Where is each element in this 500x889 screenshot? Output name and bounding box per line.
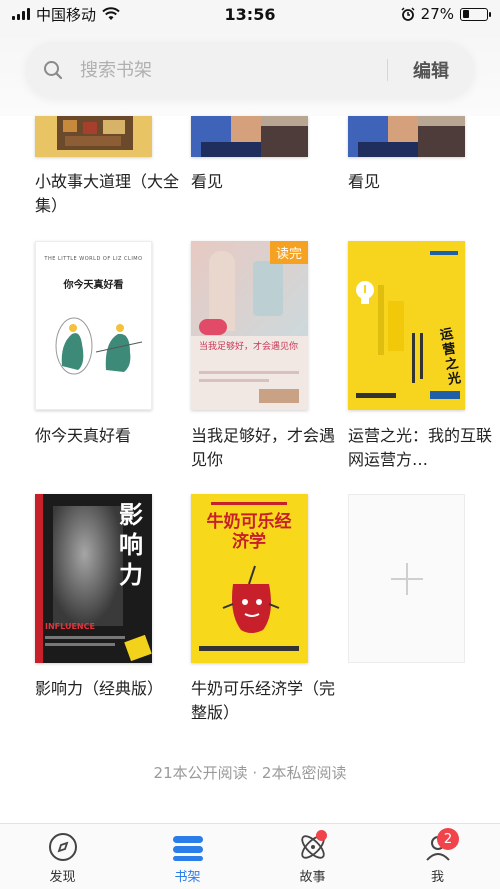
tab-me[interactable]: 2 我 [375,824,500,889]
search-bar[interactable]: 编辑 [26,42,474,98]
alarm-icon [401,7,415,21]
notification-count-badge: 2 [437,828,459,850]
cola-can-illustration [222,565,280,633]
book-cover[interactable]: THE LITTLE WORLD OF LIZ CLIMO 你今天真好看 [35,241,152,410]
lightbulb-icon [356,281,374,304]
carrier-label: 中国移动 [36,5,97,24]
status-time: 13:56 [224,4,276,24]
book-title: 当我足够好，才会遇见你 [191,426,336,469]
search-header: 编辑 [0,28,500,116]
book-cover[interactable]: 影响力 INFLUENCE [35,494,152,663]
book-cover[interactable]: 运营之光 [348,241,465,410]
book-cover[interactable]: 当我足够好，才会遇见你 读完 [191,241,308,410]
add-book-button[interactable] [348,494,465,663]
book-title: 你今天真好看 [35,426,132,445]
book-title: 运营之光：我的互联网运营方… [348,426,493,469]
book-cover[interactable] [35,116,152,157]
book-cover[interactable] [191,116,308,157]
cover-title: 你今天真好看 [63,280,124,291]
cover-top-text: THE LITTLE WORLD OF LIZ CLIMO [44,256,143,262]
cover-subtitle: INFLUENCE [45,622,95,631]
read-badge: 读完 [269,241,308,264]
book-title: 影响力（经典版） [35,679,164,698]
notification-dot [316,830,327,841]
cover-title: 运营之光 [438,326,463,388]
cover-title: 当我足够好，才会遇见你 [199,342,299,352]
tab-label: 发现 [49,870,76,885]
wifi-icon [102,7,120,20]
book-title: 牛奶可乐经济学（完整版） [191,679,336,722]
tab-discover[interactable]: 发现 [0,824,125,889]
book-title: 看见 [348,172,381,191]
cover-illustration [55,317,143,375]
tab-stories[interactable]: 故事 [250,824,375,889]
battery-icon [460,7,491,21]
bookshelf-icon [172,836,203,861]
status-left: 中国移动 [12,4,120,25]
book-title: 小故事大道理（大全集） [35,172,180,215]
cover-title: 影响力 [119,501,143,589]
tab-label: 我 [430,870,444,885]
status-bar: 中国移动 13:56 27% [0,0,500,28]
battery-level [462,10,469,18]
book-cover[interactable] [348,116,465,157]
book-cover[interactable]: 牛奶可乐经济学 [191,494,308,663]
battery-percent: 27% [420,5,454,23]
tab-bar: 发现 书架 故事 2 我 [0,823,500,889]
plus-icon [390,562,423,595]
book-title: 看见 [191,172,224,191]
search-input[interactable] [80,59,387,81]
edit-button[interactable]: 编辑 [388,57,474,83]
tab-label: 书架 [174,870,201,885]
status-right: 27% [401,5,491,23]
tab-bookshelf[interactable]: 书架 [125,824,250,889]
compass-icon [48,833,77,861]
signal-icon [12,8,30,20]
search-icon [26,42,80,98]
tab-label: 故事 [299,870,326,885]
reading-stats: 21本公开阅读 · 2本私密阅读 [153,764,347,782]
cover-title: 牛奶可乐经济学 [206,512,292,552]
